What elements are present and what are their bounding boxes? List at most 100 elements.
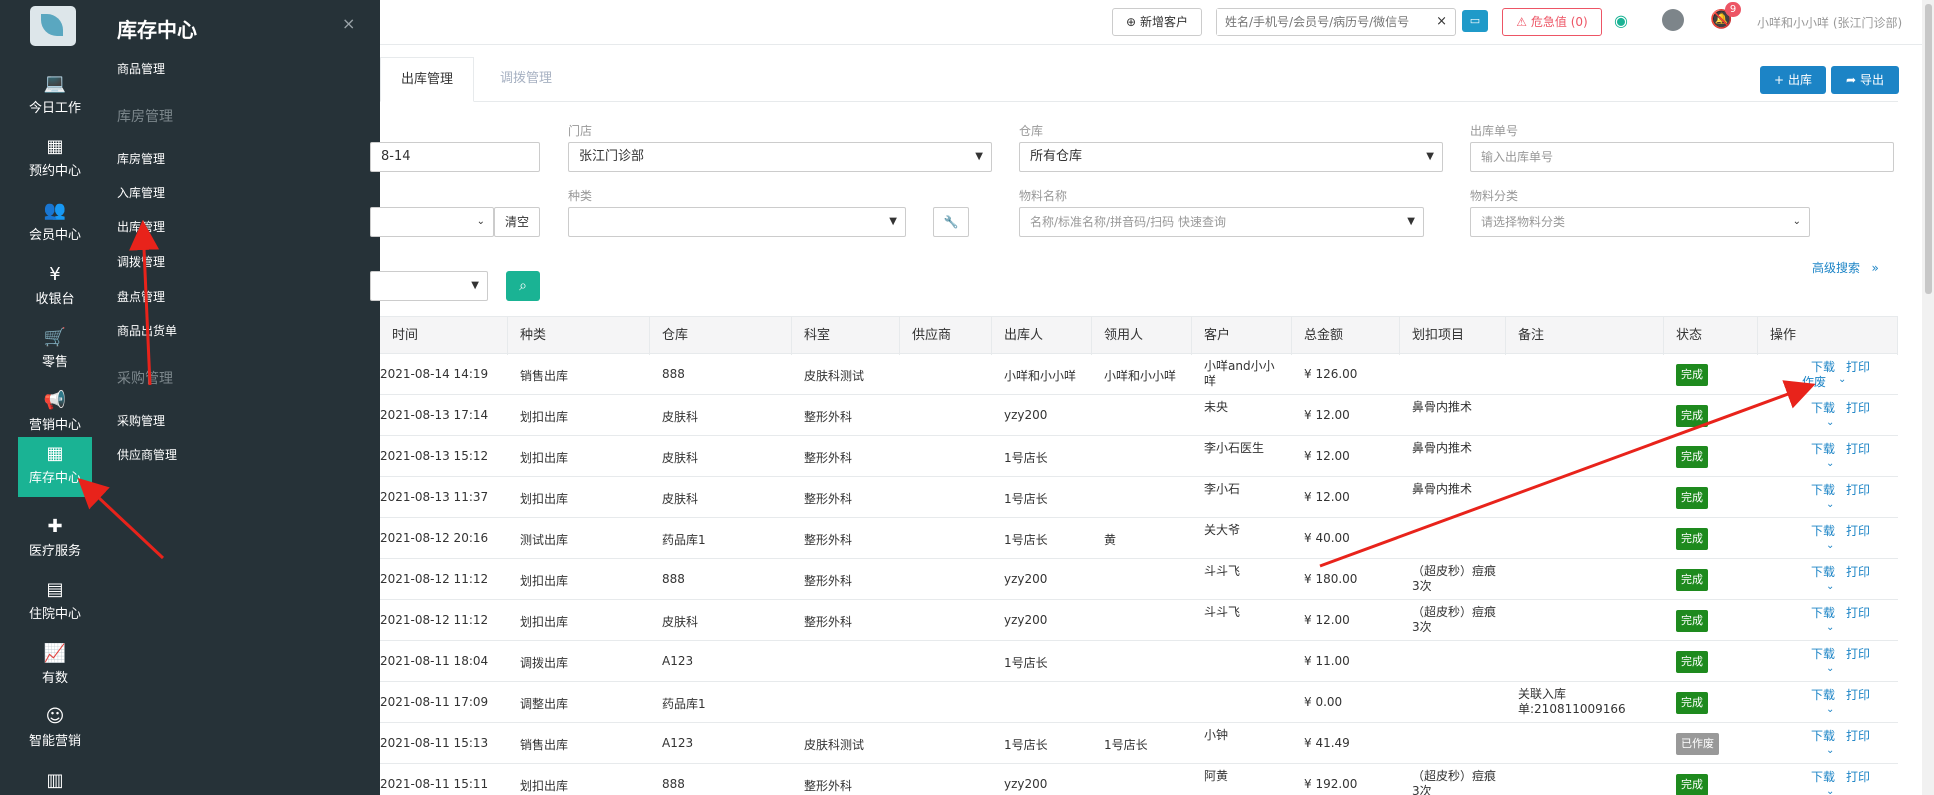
download-link[interactable]: 下载 (1811, 522, 1835, 539)
print-link[interactable]: 打印 (1846, 563, 1870, 580)
flyout-menu-item[interactable]: 商品出货单 (117, 322, 177, 339)
more-actions-chevron-icon[interactable]: ⌄ (1838, 374, 1846, 385)
close-icon[interactable]: × (342, 14, 355, 33)
cell-out-by: yzy200 (1004, 572, 1048, 586)
print-link[interactable]: 打印 (1846, 604, 1870, 621)
more-actions-chevron-icon[interactable]: ⌄ (1826, 581, 1834, 592)
more-actions-chevron-icon[interactable]: ⌄ (1826, 499, 1834, 510)
download-link[interactable]: 下载 (1811, 481, 1835, 498)
new-customer-button[interactable]: ⊕ 新增客户 (1112, 8, 1202, 36)
rail-item-2[interactable]: 👥 会员中心 (18, 194, 92, 254)
download-link[interactable]: 下载 (1811, 686, 1835, 703)
more-actions-chevron-icon[interactable]: ⌄ (1826, 704, 1834, 715)
material-label: 物料名称 (1019, 189, 1068, 203)
more-actions-chevron-icon[interactable]: ⌄ (1826, 458, 1834, 469)
flyout-menu-item[interactable]: 库房管理 (117, 150, 165, 167)
more-actions-chevron-icon[interactable]: ⌄ (1826, 540, 1834, 551)
rail-item-11[interactable]: ▥ (18, 764, 92, 795)
clear-button[interactable]: 清空 (494, 207, 540, 237)
flyout-menu-item[interactable]: 采购管理 (117, 412, 165, 429)
more-actions-chevron-icon[interactable]: ⌄ (1826, 745, 1834, 756)
table-header: 时间 种类 仓库 科室 供应商 出库人 领用人 客户 总金额 划扣项目 备注 状态 操作 (380, 316, 1898, 355)
print-link[interactable]: 打印 (1846, 481, 1870, 498)
flyout-menu-item[interactable]: 供应商管理 (117, 446, 177, 463)
cell-customer: 阿黄 (1204, 769, 1229, 783)
team-icon[interactable] (1662, 9, 1684, 31)
rail-item-7[interactable]: ✚ 医疗服务 (18, 510, 92, 570)
cell-item: 鼻骨内推术 (1412, 482, 1473, 496)
kind-select[interactable]: ▼ (568, 207, 906, 237)
export-button[interactable]: ➦ 导出 (1831, 66, 1899, 94)
status-select[interactable]: ▼ (370, 271, 488, 301)
print-link[interactable]: 打印 (1846, 686, 1870, 703)
more-actions-chevron-icon[interactable]: ⌄ (1826, 663, 1834, 674)
page-scrollbar[interactable] (1922, 0, 1934, 795)
rail-item-8[interactable]: ▤ 住院中心 (18, 573, 92, 633)
wrench-icon[interactable]: 🔧 (933, 207, 969, 237)
rail-item-label: 库存中心 (28, 471, 81, 486)
user-name[interactable]: 小咩和小小咩 (张江门诊部) (1757, 14, 1902, 31)
warehouse-select[interactable]: 所有仓库 ▼ (1019, 142, 1443, 172)
download-link[interactable]: 下载 (1811, 645, 1835, 662)
download-link[interactable]: 下载 (1811, 440, 1835, 457)
chevron-down-icon: ⌄ (1792, 216, 1801, 227)
rail-item-5[interactable]: 📢 营销中心 (18, 384, 92, 444)
rail-item-10[interactable]: ☺ 智能营销 (18, 700, 92, 760)
id-card-icon[interactable]: ▭ (1462, 10, 1488, 32)
rail-item-9[interactable]: 📈 有数 (18, 637, 92, 697)
cell-time: 2021-08-13 15:12 (380, 449, 489, 463)
cell-out-by: 1号店长 (1004, 533, 1048, 547)
app-logo[interactable] (30, 6, 76, 46)
global-search-input[interactable] (1217, 9, 1417, 35)
flyout-menu-item[interactable]: 调拨管理 (117, 253, 165, 270)
category-select[interactable]: 请选择物料分类 ⌄ (1470, 207, 1810, 237)
wechat-icon[interactable]: ◉ (1614, 11, 1628, 30)
material-search-input[interactable]: 名称/标准名称/拼音码/扫码 快速查询 ▼ (1019, 207, 1424, 237)
rail-item-1[interactable]: ▦ 预约中心 (18, 130, 92, 190)
print-link[interactable]: 打印 (1846, 358, 1870, 375)
cell-time: 2021-08-11 18:04 (380, 654, 489, 668)
cell-warehouse: 药品库1 (662, 533, 706, 547)
void-link[interactable]: 作废 (1802, 373, 1826, 390)
tab-outbound[interactable]: 出库管理 (380, 57, 475, 102)
cell-amount: ¥ 192.00 (1304, 777, 1358, 791)
print-link[interactable]: 打印 (1846, 645, 1870, 662)
rail-item-6[interactable]: ▦ 库存中心 (18, 437, 92, 497)
chevron-down-icon: ▼ (471, 280, 479, 291)
category-label: 物料分类 (1470, 189, 1519, 203)
download-link[interactable]: 下载 (1811, 563, 1835, 580)
rail-item-4[interactable]: 🛒 零售 (18, 321, 92, 381)
flyout-menu-item[interactable]: 入库管理 (117, 184, 165, 201)
scrollbar-thumb[interactable] (1925, 4, 1932, 294)
print-link[interactable]: 打印 (1846, 399, 1870, 416)
print-link[interactable]: 打印 (1846, 727, 1870, 744)
more-actions-chevron-icon[interactable]: ⌄ (1826, 786, 1834, 795)
print-link[interactable]: 打印 (1846, 768, 1870, 785)
more-actions-chevron-icon[interactable]: ⌄ (1826, 417, 1834, 428)
advanced-search-link[interactable]: 高级搜索 » (1812, 259, 1879, 276)
status-badge: 完成 (1676, 774, 1708, 795)
download-link[interactable]: 下载 (1811, 399, 1835, 416)
search-button[interactable]: ⌕ (506, 271, 540, 301)
critical-value-button[interactable]: ⚠ 危急值 (0) (1502, 8, 1602, 36)
print-link[interactable]: 打印 (1846, 440, 1870, 457)
date-type-select[interactable]: ⌄ (370, 207, 494, 237)
flyout-menu-item[interactable]: 出库管理 (117, 218, 165, 235)
rail-item-0[interactable]: 💻 今日工作 (18, 67, 92, 127)
tab-transfer[interactable]: 调拨管理 (480, 57, 572, 102)
clear-search-icon[interactable]: × (1436, 14, 1447, 29)
store-select[interactable]: 张江门诊部 ▼ (568, 142, 992, 172)
outbound-button[interactable]: + 出库 (1760, 66, 1826, 94)
tab-bar: 出库管理 调拨管理 (380, 57, 1898, 102)
download-link[interactable]: 下载 (1811, 604, 1835, 621)
robot-icon: ☺ (45, 706, 65, 727)
print-link[interactable]: 打印 (1846, 522, 1870, 539)
rail-item-3[interactable]: ¥ 收银台 (18, 258, 92, 318)
download-link[interactable]: 下载 (1811, 727, 1835, 744)
flyout-menu-item[interactable]: 商品管理 (117, 60, 165, 77)
order-no-input[interactable]: 输入出库单号 (1470, 142, 1894, 172)
more-actions-chevron-icon[interactable]: ⌄ (1826, 622, 1834, 633)
date-range-input[interactable]: 8-14 (370, 142, 540, 172)
download-link[interactable]: 下载 (1811, 768, 1835, 785)
flyout-menu-item[interactable]: 盘点管理 (117, 288, 165, 305)
